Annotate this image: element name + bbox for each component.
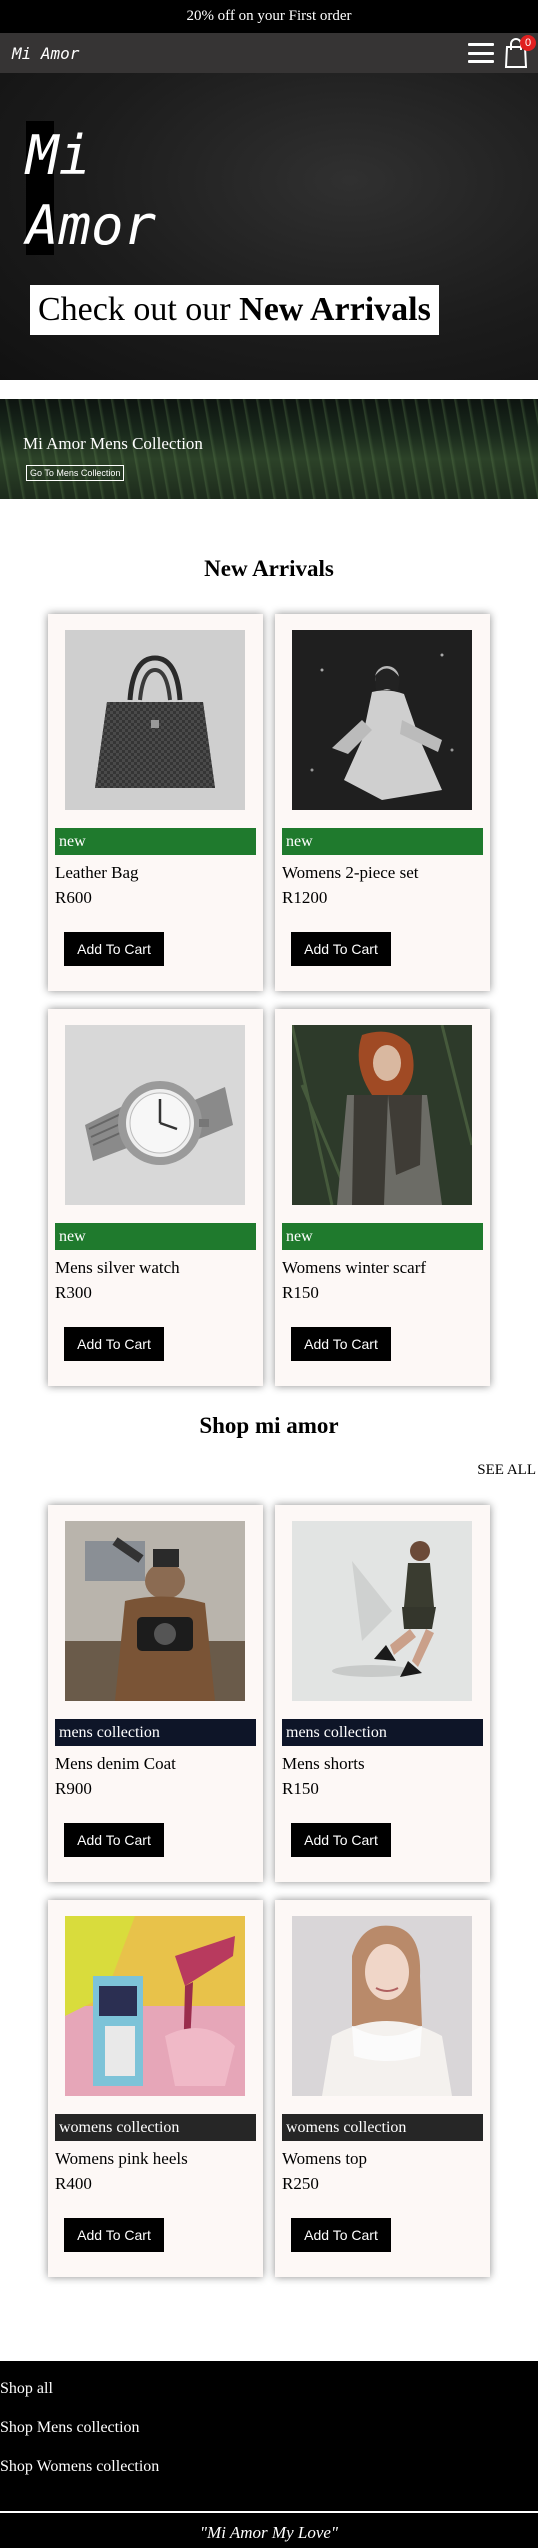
product-tag: womens collection bbox=[282, 2114, 483, 2141]
product-card[interactable]: mens collection Mens denim Coat R900 Add… bbox=[48, 1505, 263, 1882]
add-to-cart-button[interactable]: Add To Cart bbox=[291, 1823, 391, 1857]
product-price: R400 bbox=[55, 2174, 92, 2193]
womens-2-piece-set-image[interactable] bbox=[292, 630, 472, 810]
add-to-cart-button[interactable]: Add To Cart bbox=[291, 2218, 391, 2252]
new-arrivals-grid: new Leather Bag R600 Add To Cart new Wom… bbox=[48, 614, 538, 1386]
product-tag: new bbox=[282, 1223, 483, 1250]
add-to-cart-button[interactable]: Add To Cart bbox=[64, 932, 164, 966]
new-arrivals-title: New Arrivals bbox=[204, 556, 334, 581]
mens-banner-title: Mi Amor Mens Collection bbox=[23, 434, 203, 453]
go-to-mens-collection-button[interactable]: Go To Mens Collection bbox=[26, 465, 125, 481]
footer-link-shop-womens[interactable]: Shop Womens collection bbox=[0, 2439, 538, 2478]
product-name: Mens shorts bbox=[282, 1754, 365, 1773]
footer-links: Shop all Shop Mens collection Shop Women… bbox=[0, 2361, 538, 2478]
footer-link-shop-all[interactable]: Shop all bbox=[0, 2361, 538, 2400]
footer-tagline: "Mi Amor My Love" bbox=[199, 2523, 339, 2542]
product-price: R300 bbox=[55, 1283, 92, 1302]
shop-grid: mens collection Mens denim Coat R900 Add… bbox=[48, 1505, 538, 2277]
product-name: Mens denim Coat bbox=[55, 1754, 176, 1773]
product-name: Womens pink heels bbox=[55, 2149, 188, 2168]
mens-denim-coat-image[interactable] bbox=[65, 1521, 245, 1701]
cta-bold-text: New Arrivals bbox=[239, 291, 431, 328]
nav-icons: 0 bbox=[468, 35, 536, 68]
hero-section: Mi Amor Check out our New Arrivals bbox=[0, 73, 538, 380]
product-card[interactable]: new Womens winter scarf R150 Add To Cart bbox=[275, 1009, 490, 1386]
product-price: R900 bbox=[55, 1779, 92, 1798]
product-name: Womens 2-piece set bbox=[282, 863, 419, 882]
product-tag: new bbox=[55, 828, 256, 855]
product-card[interactable]: womens collection Womens top R250 Add To… bbox=[275, 1900, 490, 2277]
footer-divider bbox=[0, 2511, 538, 2513]
promo-banner: 20% off on your First order bbox=[0, 0, 538, 33]
product-card[interactable]: new Mens silver watch R300 Add To Cart bbox=[48, 1009, 263, 1386]
cta-prefix: Check out our bbox=[38, 291, 240, 328]
footer: Shop all Shop Mens collection Shop Women… bbox=[0, 2361, 538, 2548]
mens-collection-banner: Mi Amor Mens Collection Go To Mens Colle… bbox=[0, 399, 538, 499]
hero-title-line2: Amor bbox=[26, 194, 157, 257]
womens-winter-scarf-image[interactable] bbox=[292, 1025, 472, 1205]
hero-title-line1: Mi bbox=[26, 124, 92, 187]
add-to-cart-button[interactable]: Add To Cart bbox=[64, 1327, 164, 1361]
product-price: R150 bbox=[282, 1283, 319, 1302]
promo-text: 20% off on your First order bbox=[186, 8, 352, 24]
add-to-cart-button[interactable]: Add To Cart bbox=[64, 1823, 164, 1857]
product-name: Leather Bag bbox=[55, 863, 139, 882]
product-price: R600 bbox=[55, 888, 92, 907]
leather-bag-image[interactable] bbox=[65, 630, 245, 810]
shop-mi-amor-title: Shop mi amor bbox=[199, 1413, 339, 1438]
add-to-cart-button[interactable]: Add To Cart bbox=[291, 932, 391, 966]
product-card[interactable]: womens collection Womens pink heels R400… bbox=[48, 1900, 263, 2277]
womens-top-image[interactable] bbox=[292, 1916, 472, 2096]
product-name: Womens winter scarf bbox=[282, 1258, 427, 1277]
product-price: R1200 bbox=[282, 888, 328, 907]
cart-count-badge: 0 bbox=[520, 35, 536, 51]
product-name: Womens top bbox=[282, 2149, 368, 2168]
product-card[interactable]: new Womens 2-piece set R1200 Add To Cart bbox=[275, 614, 490, 991]
product-tag: mens collection bbox=[55, 1719, 256, 1746]
product-price: R150 bbox=[282, 1779, 319, 1798]
product-tag: mens collection bbox=[282, 1719, 483, 1746]
navbar: Mi Amor 0 bbox=[0, 33, 538, 73]
brand-logo[interactable]: Mi Amor bbox=[12, 44, 79, 63]
mens-shorts-image[interactable] bbox=[292, 1521, 472, 1701]
see-all-row: SEE ALL bbox=[0, 1453, 538, 1483]
product-card[interactable]: mens collection Mens shorts R150 Add To … bbox=[275, 1505, 490, 1882]
hamburger-menu-icon[interactable] bbox=[468, 43, 494, 63]
shopping-bag-icon[interactable]: 0 bbox=[504, 35, 536, 68]
new-arrivals-cta[interactable]: Check out our New Arrivals bbox=[30, 285, 439, 335]
product-tag: womens collection bbox=[55, 2114, 256, 2141]
product-tag: new bbox=[282, 828, 483, 855]
product-price: R250 bbox=[282, 2174, 319, 2193]
product-name: Mens silver watch bbox=[55, 1258, 180, 1277]
product-card[interactable]: new Leather Bag R600 Add To Cart bbox=[48, 614, 263, 991]
add-to-cart-button[interactable]: Add To Cart bbox=[64, 2218, 164, 2252]
mens-silver-watch-image[interactable] bbox=[65, 1025, 245, 1205]
add-to-cart-button[interactable]: Add To Cart bbox=[291, 1327, 391, 1361]
footer-link-shop-mens[interactable]: Shop Mens collection bbox=[0, 2400, 538, 2439]
see-all-link[interactable]: SEE ALL bbox=[477, 1462, 536, 1479]
hero-title: Mi Amor bbox=[26, 121, 156, 261]
womens-pink-heels-image[interactable] bbox=[65, 1916, 245, 2096]
product-tag: new bbox=[55, 1223, 256, 1250]
